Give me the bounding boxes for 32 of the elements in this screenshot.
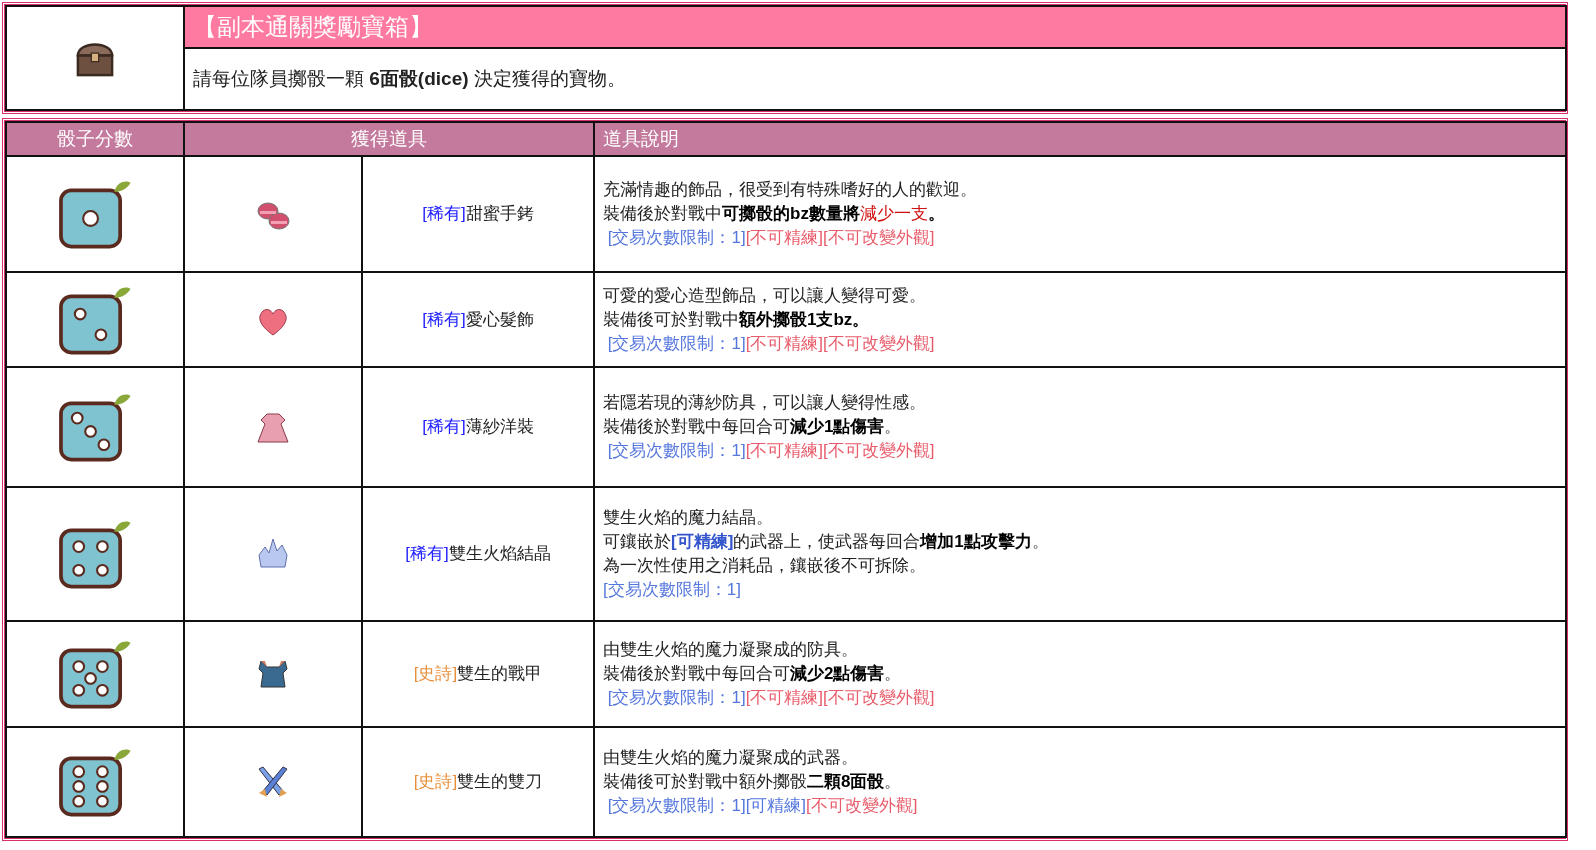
description-line: 雙生火焰的魔力結晶。 [603,507,774,529]
description-line: [交易次數限制：1][不可精練][不可改變外觀] [606,227,936,249]
description-line: [交易次數限制：1][不可精練][不可改變外觀] [606,440,936,462]
description-line: [交易次數限制：1][不可精練][不可改變外觀] [606,332,936,355]
crystal-icon [255,537,291,571]
column-header: 獲得道具 [184,122,594,156]
description-line: 可鑲嵌於[可精練]的武器上，使武器每回合增加1點攻擊力。 [603,531,1050,553]
description-line: 由雙生火焰的魔力凝聚成的防具。 [603,639,859,661]
item-name: [史詩]雙生的雙刀 [413,772,543,792]
description-line: 裝備後於對戰中可擲骰的bz數量將減少一支。 [603,203,946,225]
column-header: 骰子分數 [6,122,184,156]
description-line: [交易次數限制：1][不可精練][不可改變外觀] [606,687,936,709]
description-line: 裝備後可於對戰中額外擲骰二顆8面骰。 [603,771,903,793]
column-header: 道具說明 [594,122,1566,156]
item-name: [稀有]甜蜜手銬 [422,204,534,224]
description-line: 裝備後於對戰中每回合可減少1點傷害。 [603,416,903,438]
item-name: [稀有]愛心髮飾 [422,309,534,329]
item-name: [稀有]雙生火焰結晶 [405,544,551,564]
reward-box-title: 【副本通關獎勵寶箱】 [184,6,1566,48]
item-name: [稀有]薄紗洋裝 [422,417,534,437]
description-line: 充滿情趣的飾品，很受到有特殊嗜好的人的歡迎。 [603,179,978,201]
description-line: 裝備後可於對戰中額外擲骰1支bz。 [603,308,871,331]
description-line: [交易次數限制：1] [603,579,742,601]
description-line: 由雙生火焰的魔力凝聚成的武器。 [603,747,859,769]
description-line: 裝備後於對戰中每回合可減少2點傷害。 [603,663,903,685]
dress-icon [255,410,291,444]
item-name: [史詩]雙生的戰甲 [413,664,543,684]
description-line: [交易次數限制：1][可精練][不可改變外觀] [606,795,919,817]
description-line: 為一次性使用之消耗品，鑲嵌後不可拆除。 [603,555,927,577]
description-line: 可愛的愛心造型飾品，可以讓人變得可愛。 [603,284,927,307]
instruction-text: 請每位隊員擲骰一顆 6面骰(dice) 決定獲得的寶物。 [184,48,1566,110]
description-line: 若隱若現的薄紗防具，可以讓人變得性感。 [603,392,927,414]
